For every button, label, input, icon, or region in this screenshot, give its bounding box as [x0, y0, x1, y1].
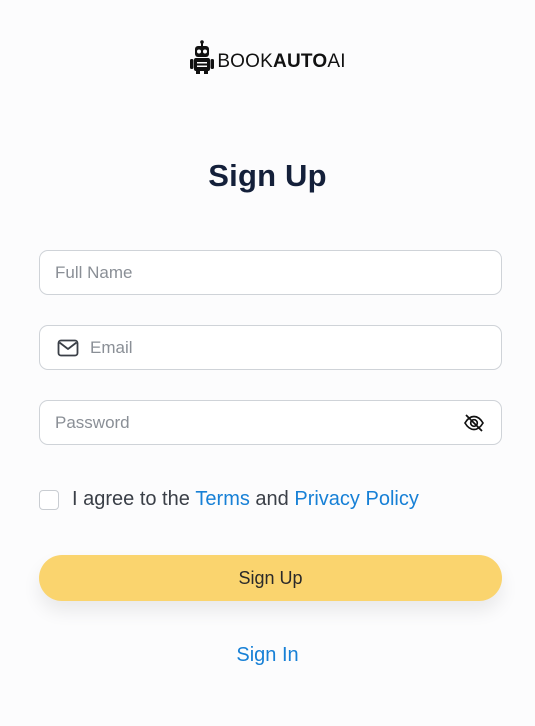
brand-logo: BOOKAUTOAI	[0, 40, 535, 74]
sign-up-button[interactable]: Sign Up	[39, 555, 502, 601]
password-input[interactable]	[55, 401, 463, 444]
full-name-field[interactable]	[39, 250, 502, 295]
terms-agreement: I agree to the Terms and Privacy Policy	[39, 488, 419, 511]
full-name-input[interactable]	[55, 251, 501, 294]
mail-icon	[57, 339, 79, 356]
robot-icon	[190, 40, 215, 74]
page-title: Sign Up	[208, 158, 327, 193]
brand-name: BOOKAUTOAI	[217, 51, 346, 72]
signup-page: BOOKAUTOAI Sign Up I agree to the Terms …	[0, 0, 535, 726]
password-field[interactable]	[39, 400, 502, 445]
agree-prefix: I agree to the	[72, 488, 196, 510]
agree-checkbox[interactable]	[39, 489, 59, 510]
email-input[interactable]	[90, 326, 501, 369]
eye-off-icon[interactable]	[463, 412, 485, 434]
sign-in-link[interactable]: Sign In	[0, 644, 535, 667]
agree-middle: and	[249, 488, 295, 510]
privacy-policy-link[interactable]: Privacy Policy	[294, 488, 418, 511]
email-field[interactable]	[39, 325, 502, 370]
terms-link[interactable]: Terms	[195, 488, 249, 511]
